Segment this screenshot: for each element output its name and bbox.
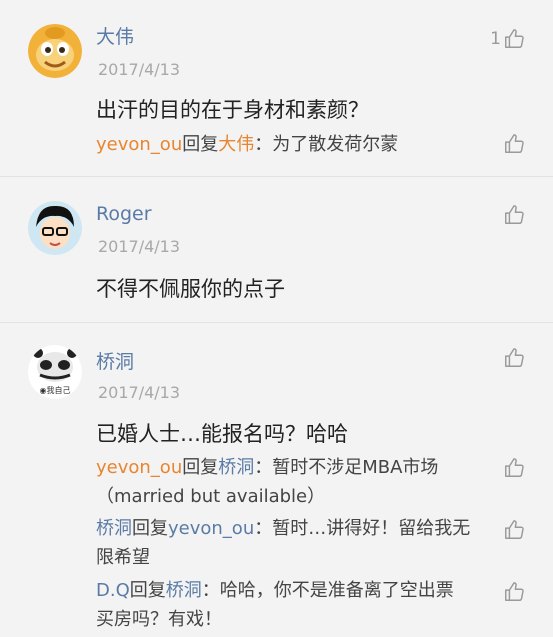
like-button[interactable] [501,204,525,226]
reply-like-button[interactable] [503,457,525,479]
comment-item: ◉我自己 桥洞 2017/4/13 已婚人士…能报名吗？哈哈 yevon_ou回… [0,323,553,637]
reply-text: ：为了散发荷尔蒙 [254,134,399,155]
reply-verb: 回复 [182,134,219,155]
thumbs-up-icon [503,457,525,479]
comment-item: Roger 2017/4/13 不得不佩服你的点子 [0,177,553,323]
reply-target[interactable]: yevon_ou [168,518,254,539]
avatar-caption: ◉我自己 [39,386,71,395]
reply-verb: 回复 [182,457,219,478]
reply-like-button[interactable] [503,581,525,603]
username[interactable]: 大伟 [96,22,134,49]
username[interactable]: Roger [96,203,152,225]
reply-target[interactable]: 桥洞 [166,580,202,601]
thumbs-up-icon [503,347,525,369]
comment-text: 出汗的目的在于身材和素颜？ [96,98,369,122]
comment-item: 大伟 2017/4/13 出汗的目的在于身材和素颜？ yevon_ou回复大伟：… [0,0,553,177]
avatar[interactable] [28,201,82,255]
reply-like-button[interactable] [503,519,525,541]
like-count: 1 [490,29,501,49]
reply-verb: 回复 [129,580,166,601]
comment-text: 不得不佩服你的点子 [96,277,285,301]
thumbs-up-icon [503,28,525,50]
like-button[interactable] [501,347,525,369]
comment-date: 2017/4/13 [98,383,181,402]
reply-author[interactable]: 桥洞 [96,518,132,539]
reply-target[interactable]: 大伟 [218,134,254,155]
reply-item: yevon_ou回复桥洞：暂时不涉足MBA市场（married but avai… [96,453,471,511]
reply-item: yevon_ou回复大伟：为了散发荷尔蒙 [96,130,471,159]
reply-author[interactable]: D.Q [96,580,130,601]
avatar[interactable]: ◉我自己 [28,345,82,399]
reply-verb: 回复 [132,518,168,539]
thumbs-up-icon [503,519,525,541]
comment-text: 已婚人士…能报名吗？哈哈 [96,422,348,446]
thumbs-up-icon [503,133,525,155]
reply-target[interactable]: 桥洞 [218,457,254,478]
reply-like-button[interactable] [503,133,525,155]
reply-author[interactable]: yevon_ou [96,457,182,478]
like-button[interactable]: 1 [490,28,525,50]
thumbs-up-icon [503,204,525,226]
reply-item: D.Q回复桥洞：哈哈，你不是准备离了空出票买房吗？有戏！ [96,576,471,634]
avatar[interactable] [28,24,82,78]
thumbs-up-icon [503,581,525,603]
reply-author[interactable]: yevon_ou [96,134,182,155]
username[interactable]: 桥洞 [96,347,134,374]
reply-item: 桥洞回复yevon_ou：暂时…讲得好！留给我无限希望 [96,514,471,572]
comment-date: 2017/4/13 [98,237,181,256]
comment-date: 2017/4/13 [98,60,181,79]
